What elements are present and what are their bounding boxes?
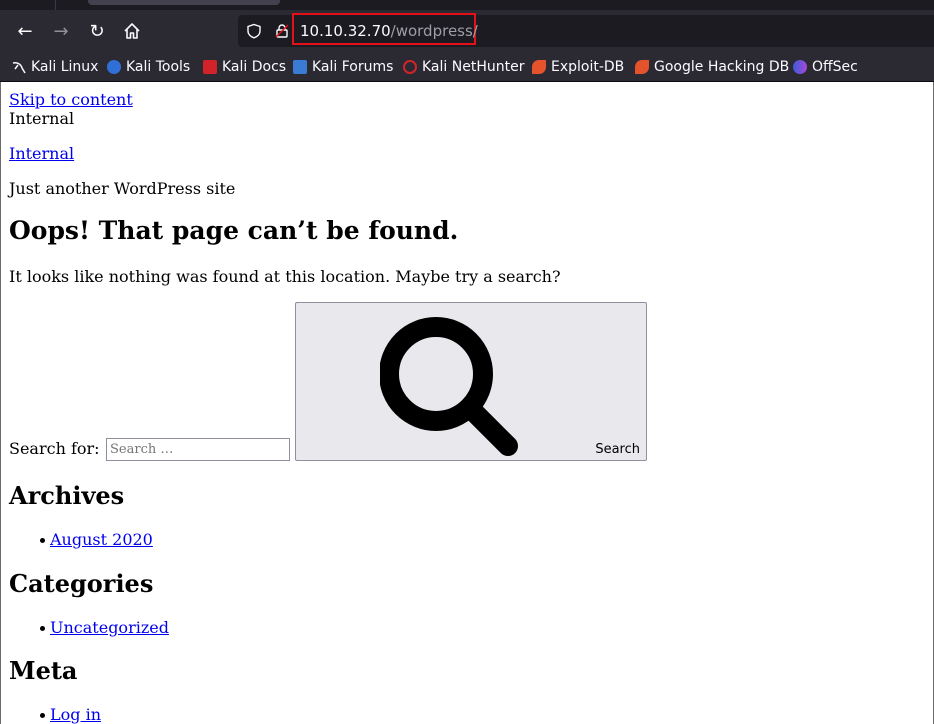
active-tab[interactable] xyxy=(88,0,280,5)
login-link[interactable]: Log in xyxy=(50,705,101,724)
error-message: It looks like nothing was found at this … xyxy=(9,267,561,286)
site-name-text: Internal xyxy=(9,109,75,128)
list-bullet xyxy=(40,538,45,543)
reload-button[interactable]: ↻ xyxy=(81,16,113,46)
forward-arrow-icon: → xyxy=(53,20,69,42)
bookmark-label: OffSec xyxy=(812,59,858,75)
search-button-label: Search xyxy=(595,442,640,457)
search-input[interactable] xyxy=(106,438,290,461)
bookmark-label: Kali Docs xyxy=(222,59,287,75)
bookmark-label: Kali NetHunter xyxy=(422,59,525,75)
back-button[interactable]: ← xyxy=(9,16,41,46)
kali-forums-icon xyxy=(293,60,307,74)
list-bullet xyxy=(40,626,45,631)
site-tagline: Just another WordPress site xyxy=(9,179,236,198)
meta-heading: Meta xyxy=(9,656,78,685)
kali-tools-icon xyxy=(107,60,121,74)
url-host: 10.10.32.70 xyxy=(300,22,391,40)
site-title-link[interactable]: Internal xyxy=(9,144,74,163)
home-icon xyxy=(124,23,140,39)
home-button[interactable] xyxy=(116,16,148,46)
url-bar[interactable]: 10.10.32.70/wordpress/ xyxy=(238,13,934,47)
archives-heading: Archives xyxy=(9,481,125,510)
kali-docs-icon xyxy=(203,60,217,74)
search-button[interactable]: Search xyxy=(295,302,647,461)
bookmark-label: Exploit-DB xyxy=(551,59,625,75)
nethunter-icon xyxy=(403,60,417,74)
forward-button[interactable]: → xyxy=(45,16,77,46)
bookmark-kali-linux[interactable]: Kali Linux xyxy=(12,57,98,77)
browser-chrome: ← → ↻ 10.10.32.70/wordpress/ Kali Linux … xyxy=(0,0,934,82)
archive-link-august-2020[interactable]: August 2020 xyxy=(50,530,153,549)
bookmark-offsec[interactable]: OffSec xyxy=(793,57,858,77)
url-path: /wordpress/ xyxy=(390,22,478,40)
bookmark-kali-docs[interactable]: Kali Docs xyxy=(203,57,286,77)
page-title: Oops! That page can’t be found. xyxy=(9,216,459,245)
tab-strip xyxy=(0,0,934,10)
offsec-icon xyxy=(793,60,807,74)
search-icon xyxy=(380,317,518,456)
bookmark-kali-forums[interactable]: Kali Forums xyxy=(293,57,393,77)
url-text[interactable]: 10.10.32.70/wordpress/ xyxy=(300,22,478,40)
categories-heading: Categories xyxy=(9,569,154,598)
ghdb-icon xyxy=(635,60,649,74)
bookmarks-toolbar: Kali Linux Kali Tools Kali Docs Kali For… xyxy=(0,52,934,82)
bookmark-kali-nethunter[interactable]: Kali NetHunter xyxy=(403,57,524,77)
category-link-uncategorized[interactable]: Uncategorized xyxy=(50,618,169,637)
bookmark-google-hacking-db[interactable]: Google Hacking DB xyxy=(635,57,789,77)
bookmark-exploit-db[interactable]: Exploit-DB xyxy=(532,57,624,77)
web-page: Skip to content Internal Internal Just a… xyxy=(0,82,934,724)
reload-icon: ↻ xyxy=(89,20,105,42)
navigation-toolbar: ← → ↻ 10.10.32.70/wordpress/ xyxy=(0,10,934,52)
skip-to-content-link[interactable]: Skip to content xyxy=(9,90,133,109)
back-arrow-icon: ← xyxy=(17,20,33,42)
tab-separator xyxy=(55,0,56,10)
bookmark-kali-tools[interactable]: Kali Tools xyxy=(107,57,190,77)
shield-icon[interactable] xyxy=(244,21,264,41)
insecure-lock-icon[interactable] xyxy=(272,21,292,41)
list-bullet xyxy=(40,713,45,718)
bookmark-label: Kali Forums xyxy=(312,59,394,75)
bookmark-label: Kali Tools xyxy=(126,59,191,75)
bookmark-label: Kali Linux xyxy=(31,59,99,75)
kali-dragon-icon xyxy=(12,62,26,74)
exploit-db-icon xyxy=(532,60,546,74)
search-label: Search for: xyxy=(9,439,100,458)
bookmark-label: Google Hacking DB xyxy=(654,59,790,75)
